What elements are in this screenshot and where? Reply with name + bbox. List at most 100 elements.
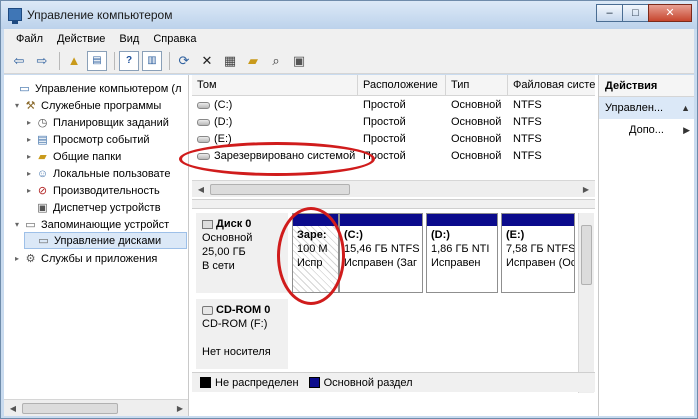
actions-section-disk-management[interactable]: Управлен... ▲ <box>599 97 694 119</box>
partition-type-bar <box>340 214 422 226</box>
properties-icon[interactable]: ▦ <box>220 51 240 71</box>
disk-map-vertical-scrollbar[interactable] <box>578 213 594 393</box>
disk-name-text: Диск 0 <box>216 218 252 230</box>
expand-chevron-icon[interactable]: ▸ <box>24 118 34 127</box>
disk-name-text: CD-ROM 0 <box>216 304 271 316</box>
scrollbar-thumb[interactable] <box>210 184 350 195</box>
expand-chevron-icon[interactable]: ▾ <box>12 220 22 229</box>
disk-type: CD-ROM (F:) <box>202 318 268 330</box>
partition-type-bar <box>502 214 574 226</box>
maximize-button[interactable]: □ <box>622 4 649 22</box>
disk-icon <box>197 135 210 143</box>
scroll-left-icon[interactable]: ◀ <box>6 402 20 415</box>
volume-name: (C:) <box>192 97 358 114</box>
tree-item-shared-folders[interactable]: ▸ ▰ Общие папки <box>24 148 121 165</box>
disk-type: Основной <box>202 232 253 244</box>
scroll-right-icon[interactable]: ▶ <box>579 183 593 196</box>
expand-chevron-icon[interactable]: ▾ <box>12 101 22 110</box>
help-icon[interactable]: ? <box>119 50 139 71</box>
back-icon[interactable]: ⇦ <box>9 51 29 71</box>
partition-c[interactable]: (C:) 15,46 ГБ NTFS Исправен (Заг <box>339 213 423 293</box>
collapse-arrow-icon[interactable]: ▲ <box>681 97 690 119</box>
menu-view[interactable]: Вид <box>112 33 146 45</box>
tree-item-disk-management[interactable]: ▭ Управление дисками <box>24 232 187 249</box>
storage-icon: ▭ <box>25 219 36 231</box>
caption-buttons: – □ ✕ <box>596 4 692 22</box>
show-hide-tree-icon[interactable]: ▤ <box>87 50 107 71</box>
scroll-left-icon[interactable]: ◀ <box>194 183 208 196</box>
tree-item-performance[interactable]: ▸ ⊘ Производительность <box>24 182 160 199</box>
partition-legend: Не распределен Основной раздел <box>192 372 595 392</box>
menu-action[interactable]: Действие <box>50 33 112 45</box>
disk-0-info[interactable]: Диск 0 Основной 25,00 ГБ В сети <box>196 213 288 293</box>
tree-item-label: Запоминающие устройст <box>41 218 170 231</box>
scroll-right-icon[interactable]: ▶ <box>173 402 187 415</box>
volume-name-text: (C:) <box>214 99 233 111</box>
column-header-filesystem[interactable]: Файловая систе <box>508 75 595 96</box>
tree-item-label: Диспетчер устройств <box>53 201 161 214</box>
up-folder-icon[interactable]: ▲ <box>64 51 84 71</box>
disk-icon <box>197 118 210 126</box>
disk-icon <box>197 152 210 160</box>
tree-horizontal-scrollbar[interactable]: ◀ ▶ <box>4 399 188 416</box>
partition-e[interactable]: (E:) 7,58 ГБ NTFS Исправен (Ос <box>501 213 575 293</box>
forward-icon[interactable]: ⇨ <box>32 51 52 71</box>
scrollbar-thumb[interactable] <box>22 403 118 414</box>
volume-filesystem: NTFS <box>513 116 542 128</box>
volume-type: Основной <box>451 116 502 128</box>
table-row[interactable]: Зарезервировано системой Простой Основно… <box>192 148 595 165</box>
volume-filesystem: NTFS <box>513 150 542 162</box>
disk-view-icon[interactable]: ▣ <box>289 51 309 71</box>
menu-help[interactable]: Справка <box>146 33 203 45</box>
users-icon: ☺ <box>36 167 49 180</box>
expand-chevron-icon[interactable]: ▸ <box>24 135 34 144</box>
minimize-button[interactable]: – <box>596 4 623 22</box>
shared-folder-icon: ▰ <box>38 151 47 163</box>
tree-item-local-users[interactable]: ▸ ☺ Локальные пользовате <box>24 165 170 182</box>
actions-header: Действия <box>599 75 694 97</box>
tree-item-computer-management[interactable]: ▭ Управление компьютером (л <box>6 80 182 97</box>
expand-chevron-icon[interactable]: ▸ <box>24 152 34 161</box>
menu-file[interactable]: Файл <box>9 33 50 45</box>
column-header-layout[interactable]: Расположение <box>358 75 446 96</box>
tree-item-services-apps[interactable]: ▸ ⚙ Службы и приложения <box>12 250 157 267</box>
expand-chevron-icon[interactable]: ▸ <box>24 169 34 178</box>
toolbar-separator <box>169 51 170 70</box>
volume-list-horizontal-scrollbar[interactable]: ◀ ▶ <box>192 180 595 197</box>
partition-type-bar <box>293 214 338 226</box>
volume-name-text: (E:) <box>214 133 232 145</box>
delete-icon[interactable]: ✕ <box>197 51 217 71</box>
cdrom-0-info[interactable]: CD-ROM 0 CD-ROM (F:) Нет носителя <box>196 299 288 369</box>
partition-d[interactable]: (D:) 1,86 ГБ NTI Исправен <box>426 213 498 293</box>
volume-type: Основной <box>451 99 502 111</box>
volume-layout: Простой <box>363 150 406 162</box>
show-hide-action-pane-icon[interactable]: ▥ <box>142 50 162 71</box>
disk-icon <box>197 101 210 109</box>
scrollbar-thumb[interactable] <box>581 225 592 285</box>
search-icon[interactable]: ⌕ <box>266 51 286 71</box>
close-button[interactable]: ✕ <box>648 4 692 22</box>
pane-splitter[interactable] <box>192 199 595 209</box>
expand-chevron-icon[interactable]: ▸ <box>24 186 34 195</box>
column-header-type[interactable]: Тип <box>446 75 508 96</box>
actions-pane: Действия Управлен... ▲ Допо... ▶ <box>598 75 694 416</box>
partition-system-reserved[interactable]: Заре: 100 М Испр <box>292 213 339 293</box>
table-row[interactable]: (E:) Простой Основной NTFS <box>192 131 595 148</box>
open-folder-icon[interactable]: ▰ <box>243 51 263 71</box>
actions-more[interactable]: Допо... ▶ <box>599 119 694 141</box>
table-row[interactable]: (D:) Простой Основной NTFS <box>192 114 595 131</box>
tree-item-device-manager[interactable]: ▣ Диспетчер устройств <box>24 199 161 216</box>
tree-item-task-scheduler[interactable]: ▸ ◷ Планировщик заданий <box>24 114 169 131</box>
column-header-volume[interactable]: Том <box>192 75 358 96</box>
tree-item-system-tools[interactable]: ▾ ⚒ Служебные программы <box>12 97 161 114</box>
volume-filesystem: NTFS <box>513 133 542 145</box>
tree-item-storage[interactable]: ▾ ▭ Запоминающие устройст <box>12 216 169 233</box>
tree-item-label: Управление компьютером (л <box>35 82 182 95</box>
table-row[interactable]: (C:) Простой Основной NTFS <box>192 97 595 114</box>
expand-chevron-icon[interactable]: ▸ <box>12 254 22 263</box>
tree-item-event-viewer[interactable]: ▸ ▤ Просмотр событий <box>24 131 150 148</box>
refresh-icon[interactable]: ⟳ <box>174 51 194 71</box>
menu-bar: Файл Действие Вид Справка <box>4 29 694 48</box>
partition-label: Заре: <box>297 229 327 241</box>
